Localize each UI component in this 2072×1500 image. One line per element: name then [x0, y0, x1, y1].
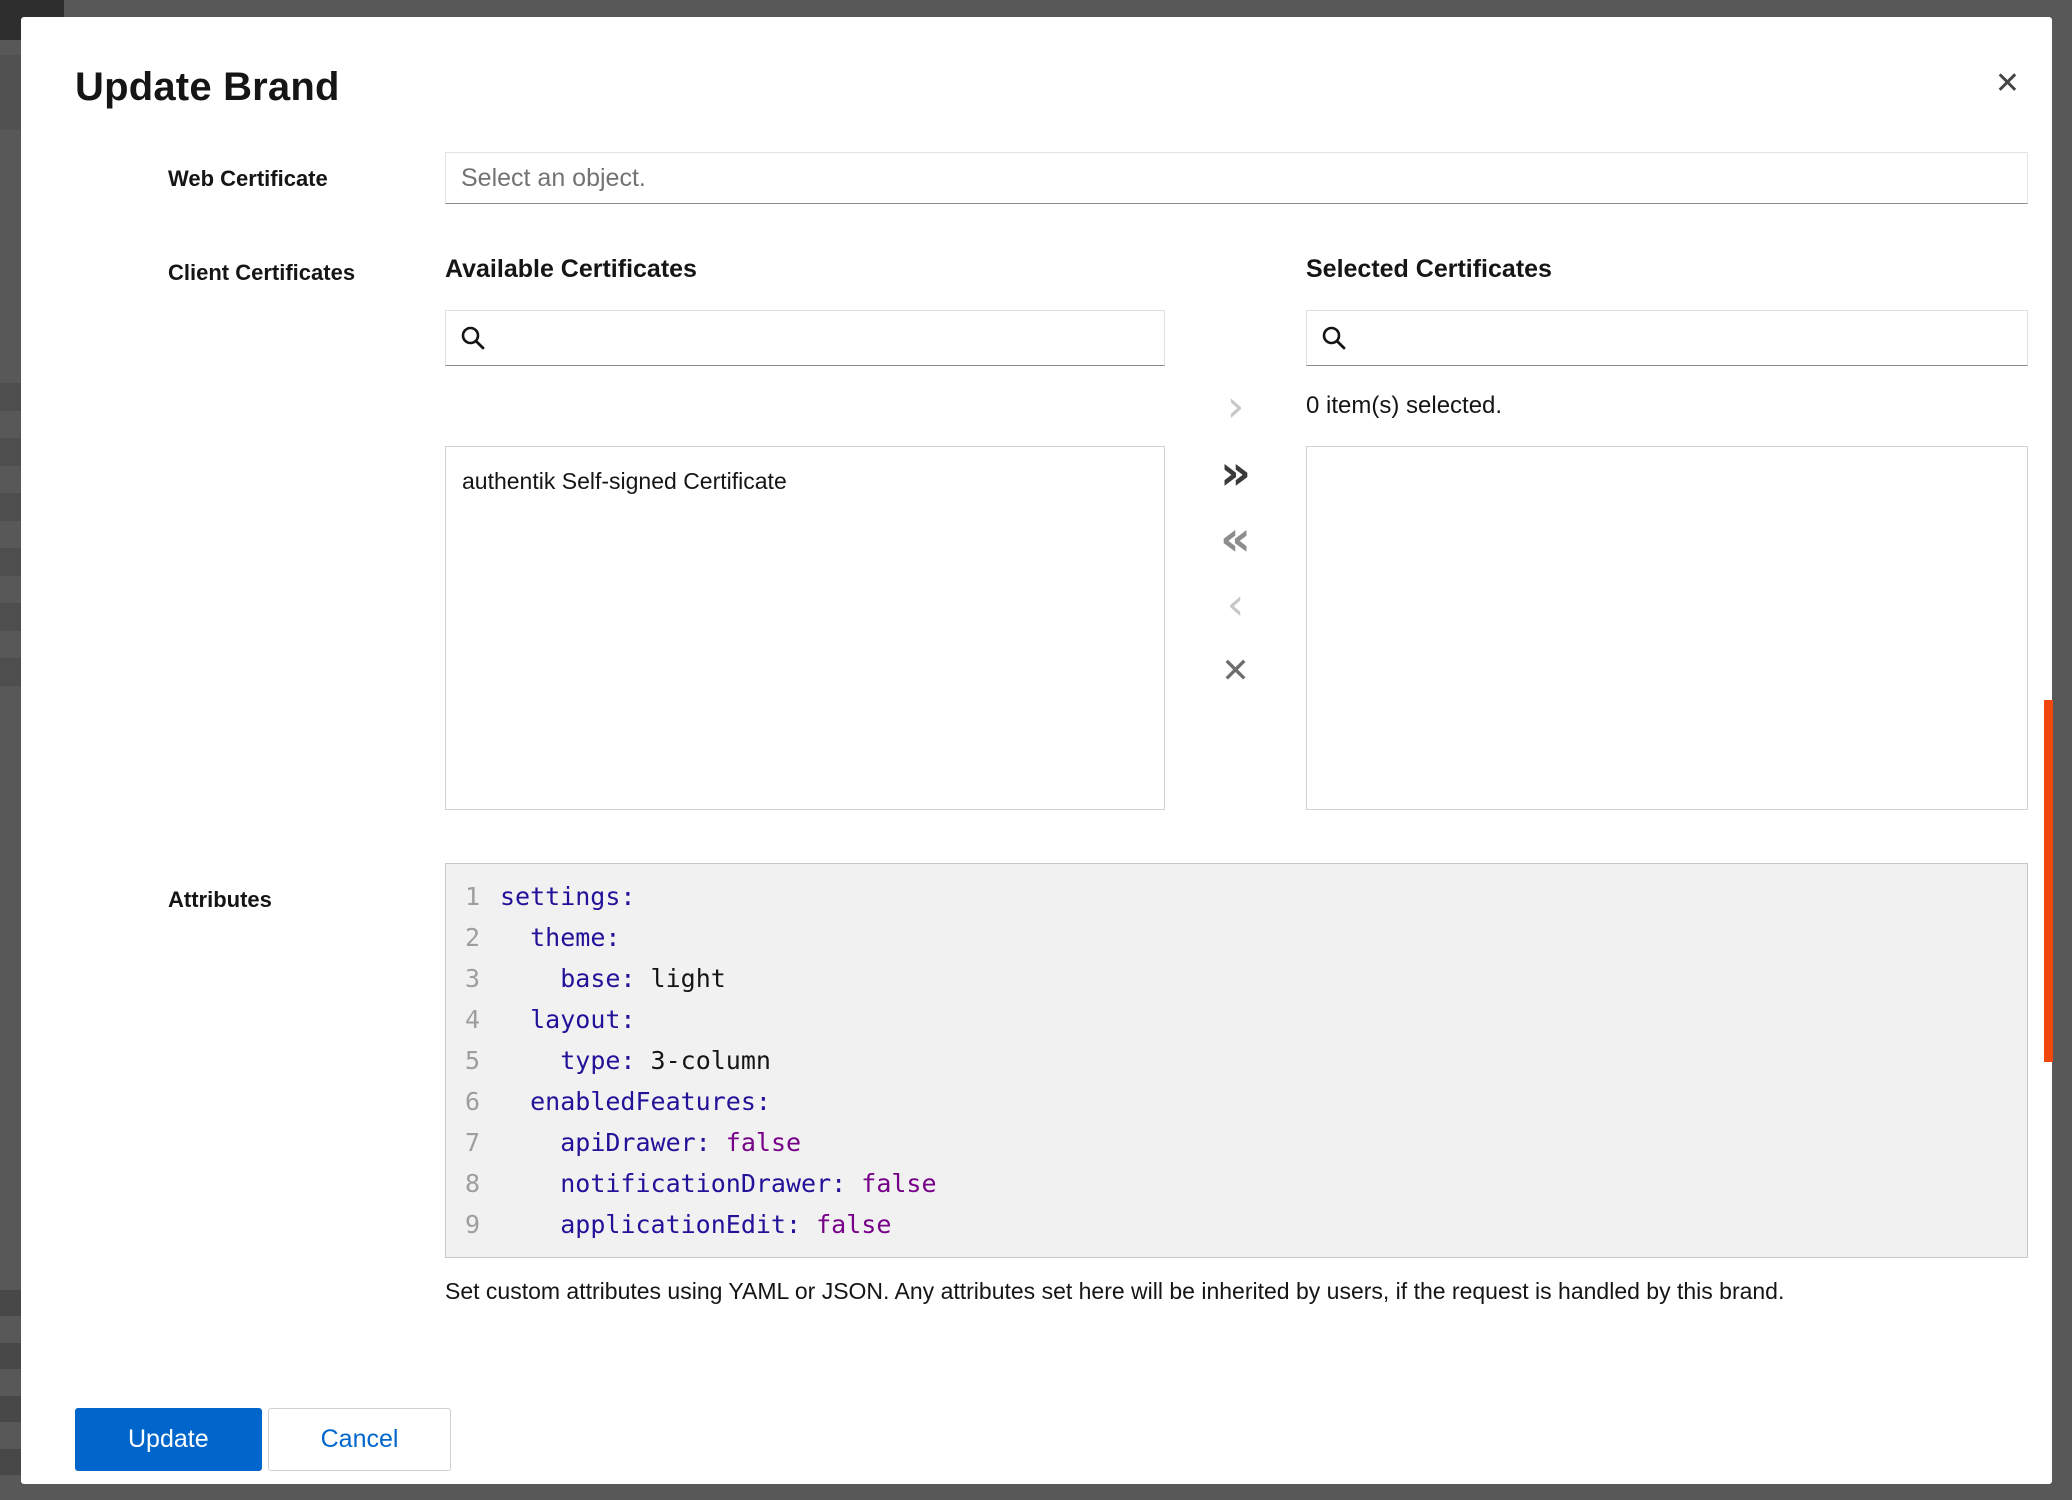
- search-icon: [1321, 325, 1347, 351]
- selected-certificates-title: Selected Certificates: [1306, 254, 2028, 284]
- selected-certificates-column: Selected Certificates 0 item(s) selected…: [1306, 254, 2028, 810]
- backdrop-artifact: [0, 55, 21, 130]
- code-line: settings:: [500, 876, 2027, 917]
- code-line: notificationDrawer: false: [500, 1163, 2027, 1204]
- available-certificates-list[interactable]: authentik Self-signed Certificate: [445, 446, 1165, 810]
- web-certificate-row: Web Certificate: [168, 152, 2028, 204]
- attributes-label: Attributes: [168, 887, 445, 913]
- update-brand-modal: Update Brand ✕ Web Certificate Client Ce…: [21, 17, 2052, 1484]
- client-certificates-label: Client Certificates: [168, 260, 445, 286]
- remove-all-button[interactable]: «: [1220, 516, 1251, 562]
- code-content[interactable]: settings: theme: base: light layout: typ…: [490, 876, 2027, 1245]
- line-number: 3: [446, 958, 480, 999]
- backdrop-artifact: [0, 383, 21, 411]
- selected-status: 0 item(s) selected.: [1306, 366, 2028, 446]
- available-search[interactable]: [445, 310, 1165, 366]
- update-button[interactable]: Update: [75, 1408, 262, 1471]
- available-certificates-column: Available Certificates authentik Self-si…: [445, 254, 1165, 810]
- web-certificate-select[interactable]: [445, 152, 2028, 204]
- attributes-code-editor[interactable]: 123456789 settings: theme: base: light l…: [445, 863, 2028, 1258]
- code-line: applicationEdit: false: [500, 1204, 2027, 1245]
- code-line: enabledFeatures:: [500, 1081, 2027, 1122]
- line-numbers: 123456789: [446, 876, 490, 1245]
- code-line: type: 3-column: [500, 1040, 2027, 1081]
- line-number: 5: [446, 1040, 480, 1081]
- close-icon[interactable]: ✕: [1995, 69, 2020, 99]
- selected-search[interactable]: [1306, 310, 2028, 366]
- backdrop-artifact: [0, 493, 21, 521]
- backdrop-artifact: [0, 438, 21, 466]
- backdrop-artifact: [0, 1290, 21, 1316]
- line-number: 4: [446, 999, 480, 1040]
- attributes-row: Attributes 123456789 settings: theme: ba…: [168, 863, 2028, 1306]
- search-icon: [460, 325, 486, 351]
- attributes-help-text: Set custom attributes using YAML or JSON…: [445, 1276, 2028, 1306]
- orange-accent-bar: [2044, 700, 2053, 1062]
- code-line: theme:: [500, 917, 2027, 958]
- dual-list-selector: Available Certificates authentik Self-si…: [445, 254, 2028, 810]
- line-number: 6: [446, 1081, 480, 1122]
- code-line: layout:: [500, 999, 2027, 1040]
- line-number: 2: [446, 917, 480, 958]
- selected-certificates-list[interactable]: [1306, 446, 2028, 810]
- list-item[interactable]: authentik Self-signed Certificate: [446, 459, 1164, 504]
- web-certificate-label: Web Certificate: [168, 166, 445, 192]
- backdrop-artifact: [0, 1343, 21, 1369]
- remove-selected-button[interactable]: ‹: [1227, 582, 1245, 628]
- available-search-input[interactable]: [498, 324, 1150, 352]
- line-number: 1: [446, 876, 480, 917]
- line-number: 9: [446, 1204, 480, 1245]
- backdrop-artifact: [0, 603, 21, 631]
- code-line: apiDrawer: false: [500, 1122, 2027, 1163]
- backdrop-artifact: [0, 548, 21, 576]
- modal-title: Update Brand: [75, 65, 1998, 110]
- clear-button[interactable]: ✕: [1221, 648, 1250, 694]
- line-number: 7: [446, 1122, 480, 1163]
- selected-search-input[interactable]: [1359, 324, 2013, 352]
- dual-list-controls: › » « ‹ ✕: [1165, 254, 1306, 810]
- line-number: 8: [446, 1163, 480, 1204]
- modal-header: Update Brand ✕: [21, 17, 2052, 110]
- add-selected-button[interactable]: ›: [1227, 384, 1245, 430]
- cancel-button[interactable]: Cancel: [268, 1408, 452, 1471]
- backdrop-artifact: [0, 658, 21, 686]
- modal-footer: Update Cancel: [75, 1408, 451, 1471]
- add-all-button[interactable]: »: [1220, 450, 1251, 496]
- available-certificates-title: Available Certificates: [445, 254, 1165, 284]
- code-line: base: light: [500, 958, 2027, 999]
- available-status: [445, 366, 1165, 446]
- backdrop-artifact: [0, 1449, 21, 1475]
- client-certificates-row: Client Certificates Available Certificat…: [168, 254, 2028, 810]
- update-brand-form: Web Certificate Client Certificates Avai…: [21, 152, 2052, 1306]
- backdrop-artifact: [0, 1396, 21, 1422]
